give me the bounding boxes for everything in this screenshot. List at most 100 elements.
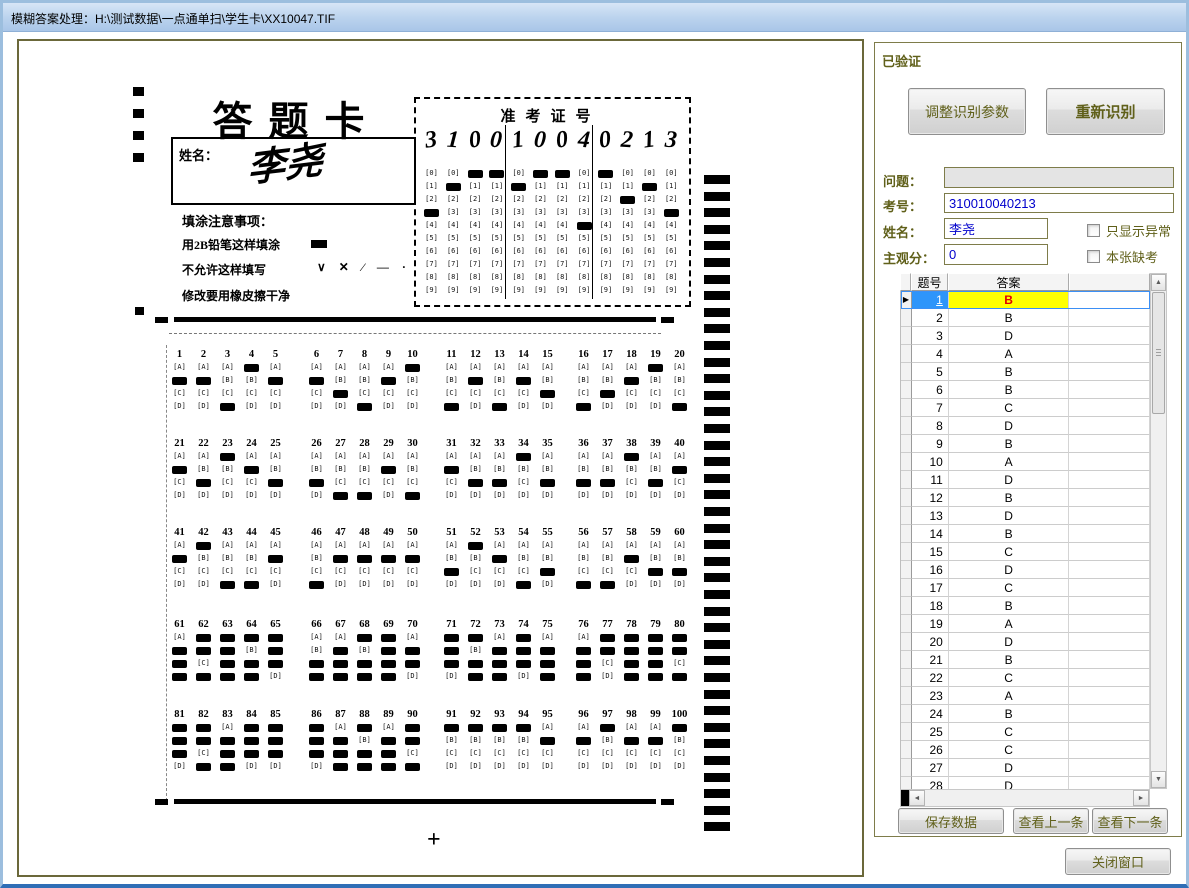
table-cell[interactable]: A — [949, 453, 1070, 471]
table-cell[interactable]: 4 — [912, 345, 949, 363]
table-cell[interactable]: C — [949, 741, 1070, 759]
table-cell[interactable] — [901, 417, 912, 435]
table-cell[interactable]: B — [949, 381, 1070, 399]
table-cell[interactable]: 3 — [912, 327, 949, 345]
table-cell[interactable]: D — [949, 561, 1070, 579]
table-row[interactable]: 5B — [901, 363, 1150, 381]
table-cell[interactable] — [901, 741, 912, 759]
table-cell[interactable] — [901, 651, 912, 669]
table-cell[interactable]: D — [949, 417, 1070, 435]
scroll-down-icon[interactable]: ▼ — [1151, 771, 1166, 788]
scroll-up-icon[interactable]: ▲ — [1151, 274, 1166, 291]
table-cell[interactable]: 12 — [912, 489, 949, 507]
table-cell[interactable]: 2 — [912, 309, 949, 327]
table-row[interactable]: 22C — [901, 669, 1150, 687]
table-cell[interactable]: B — [949, 309, 1070, 327]
h-scrollbar[interactable]: ◄ ► — [900, 789, 1150, 807]
table-row[interactable]: 26C — [901, 741, 1150, 759]
table-cell[interactable]: B — [949, 363, 1070, 381]
table-row[interactable]: ▶1B — [901, 291, 1150, 309]
table-cell[interactable]: B — [949, 435, 1070, 453]
table-row[interactable]: 6B — [901, 381, 1150, 399]
table-cell[interactable]: B — [949, 651, 1070, 669]
table-row[interactable]: 2B — [901, 309, 1150, 327]
table-row[interactable]: 14B — [901, 525, 1150, 543]
table-cell[interactable]: ▶ — [901, 291, 912, 309]
table-cell[interactable] — [1069, 759, 1150, 777]
table-cell[interactable]: 15 — [912, 543, 949, 561]
table-row[interactable]: 10A — [901, 453, 1150, 471]
table-cell[interactable] — [1069, 399, 1150, 417]
close-window-button[interactable]: 关闭窗口 — [1065, 848, 1171, 875]
table-cell[interactable]: 13 — [912, 507, 949, 525]
table-row[interactable]: 21B — [901, 651, 1150, 669]
table-cell[interactable] — [901, 507, 912, 525]
table-row[interactable]: 25C — [901, 723, 1150, 741]
table-cell[interactable]: 28 — [912, 777, 949, 789]
scroll-left-icon[interactable]: ◄ — [909, 790, 925, 806]
table-cell[interactable]: C — [949, 543, 1070, 561]
table-cell[interactable]: A — [949, 615, 1070, 633]
table-cell[interactable] — [1069, 363, 1150, 381]
table-cell[interactable] — [1069, 291, 1150, 309]
table-cell[interactable] — [1069, 507, 1150, 525]
table-cell[interactable]: C — [949, 399, 1070, 417]
save-data-button[interactable]: 保存数据 — [898, 808, 1004, 834]
table-cell[interactable]: C — [949, 669, 1070, 687]
table-row[interactable]: 15C — [901, 543, 1150, 561]
table-cell[interactable]: C — [949, 723, 1070, 741]
table-row[interactable]: 24B — [901, 705, 1150, 723]
table-cell[interactable] — [901, 723, 912, 741]
table-cell[interactable] — [1069, 561, 1150, 579]
table-cell[interactable]: 24 — [912, 705, 949, 723]
table-cell[interactable]: 8 — [912, 417, 949, 435]
table-row[interactable]: 16D — [901, 561, 1150, 579]
table-cell[interactable]: 20 — [912, 633, 949, 651]
table-cell[interactable] — [901, 777, 912, 789]
table-cell[interactable]: 23 — [912, 687, 949, 705]
title-bar[interactable]: 模糊答案处理：H:\测试数据\一点通单扫\学生卡\XX10047.TIF — [3, 3, 1186, 32]
table-cell[interactable]: 26 — [912, 741, 949, 759]
table-cell[interactable]: D — [949, 507, 1070, 525]
table-cell[interactable] — [901, 489, 912, 507]
table-cell[interactable]: A — [949, 687, 1070, 705]
table-cell[interactable] — [901, 579, 912, 597]
table-cell[interactable] — [1069, 327, 1150, 345]
table-row[interactable]: 8D — [901, 417, 1150, 435]
table-cell[interactable]: 7 — [912, 399, 949, 417]
table-row[interactable]: 12B — [901, 489, 1150, 507]
table-cell[interactable]: 5 — [912, 363, 949, 381]
table-cell[interactable]: 19 — [912, 615, 949, 633]
table-cell[interactable] — [1069, 687, 1150, 705]
qno-header[interactable]: 题号 — [911, 273, 948, 291]
table-cell[interactable] — [901, 363, 912, 381]
table-cell[interactable]: B — [949, 489, 1070, 507]
table-cell[interactable] — [1069, 615, 1150, 633]
table-cell[interactable]: B — [949, 705, 1070, 723]
table-cell[interactable] — [1069, 543, 1150, 561]
table-cell[interactable]: B — [949, 597, 1070, 615]
table-row[interactable]: 17C — [901, 579, 1150, 597]
table-cell[interactable] — [1069, 741, 1150, 759]
absent-checkbox[interactable]: 本张缺考 — [1087, 247, 1158, 266]
table-cell[interactable] — [1069, 669, 1150, 687]
table-cell[interactable] — [1069, 705, 1150, 723]
table-row[interactable]: 3D — [901, 327, 1150, 345]
table-cell[interactable] — [1069, 435, 1150, 453]
table-cell[interactable] — [901, 381, 912, 399]
table-row[interactable]: 28D — [901, 777, 1150, 789]
table-cell[interactable] — [1069, 417, 1150, 435]
table-cell[interactable]: 22 — [912, 669, 949, 687]
answer-header[interactable]: 答案 — [948, 273, 1069, 291]
scroll-right-icon[interactable]: ► — [1133, 790, 1149, 806]
rerecognize-button[interactable]: 重新识别 — [1046, 88, 1165, 135]
table-cell[interactable] — [1069, 489, 1150, 507]
table-cell[interactable] — [1069, 777, 1150, 789]
table-cell[interactable] — [1069, 381, 1150, 399]
table-cell[interactable] — [901, 309, 912, 327]
table-row[interactable]: 11D — [901, 471, 1150, 489]
table-cell[interactable] — [1069, 579, 1150, 597]
table-cell[interactable] — [1069, 471, 1150, 489]
table-cell[interactable]: D — [949, 633, 1070, 651]
table-cell[interactable] — [901, 759, 912, 777]
